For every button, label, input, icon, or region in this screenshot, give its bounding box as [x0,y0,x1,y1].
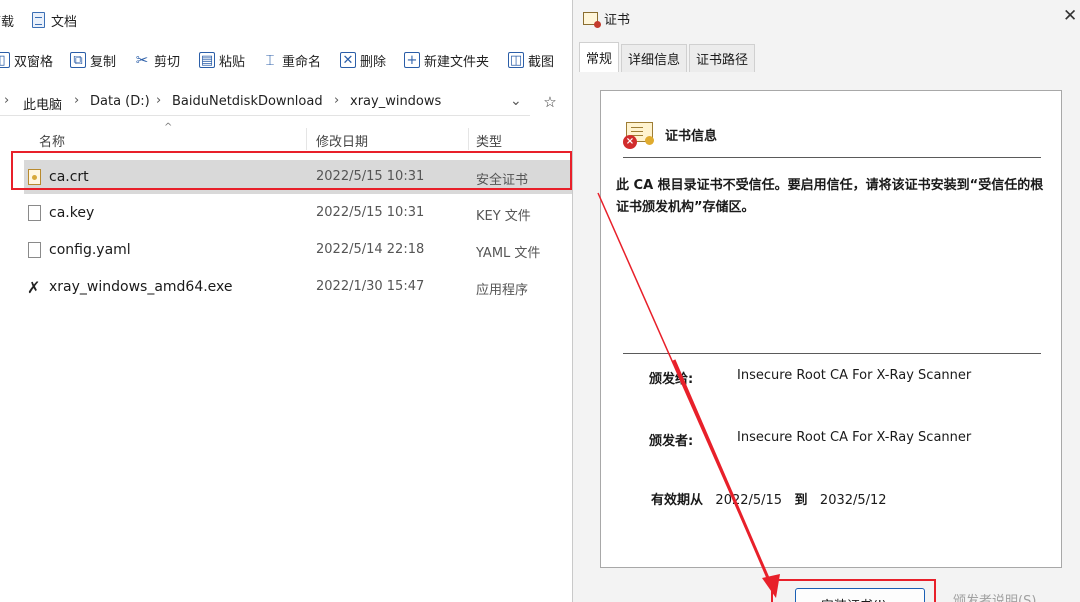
screenshot-label: 截图 [528,54,555,70]
screenshot-button[interactable]: ◫ 截图 [508,49,554,71]
file-icon [28,242,41,258]
new-folder-label: 新建文件夹 [424,54,490,70]
delete-icon: ✕ [340,52,356,68]
issued-by-label: 颁发者: [649,434,694,449]
certificate-icon [583,11,601,28]
screenshot-icon: ◫ [508,52,524,68]
dual-pane-icon: ▯ [0,52,10,68]
tab-documents[interactable]: 文档 [32,10,77,30]
tab-details[interactable]: 详细信息 [621,44,688,72]
issuer-statement-button[interactable]: 颁发者说明(S) [953,590,1036,602]
validity-label: 有效期从 [651,493,704,508]
column-name[interactable]: 名称 [39,131,65,150]
explorer-toolbar: ▯ 双窗格 ⧉ 复制 ✂ 剪切 ▤ 粘贴 ⌶ 重命名 ✕ 删除 + 新建文件夹 … [0,44,572,76]
validity-to-label: 到 [794,493,808,508]
dialog-title: 证书 [604,12,631,28]
dialog-title-bar: 证书 [583,8,630,28]
file-type: 安全证书 [476,173,529,188]
scissors-icon: ✂ [135,50,149,69]
tab-downloads-label: 下载 [0,14,15,30]
general-panel: × 证书信息 此 CA 根目录证书不受信任。要启用信任，请将该证书安装到“受信任… [600,90,1062,568]
new-folder-button[interactable]: + 新建文件夹 [404,49,489,71]
new-folder-icon: + [404,52,420,68]
file-explorer-window: 下载 文档 ▯ 双窗格 ⧉ 复制 ✂ 剪切 ▤ 粘贴 ⌶ 重命名 ✕ 删除 [0,0,572,602]
column-type[interactable]: 类型 [476,131,502,150]
delete-button[interactable]: ✕ 删除 [340,49,386,71]
file-row-config-yaml[interactable]: config.yaml 2022/5/14 22:18 YAML 文件 [24,233,572,267]
rename-button[interactable]: ⌶ 重命名 [262,49,321,71]
breadcrumb-drive[interactable]: Data (D:) [90,94,150,109]
issued-to-label: 颁发给: [649,372,694,387]
delete-label: 删除 [360,54,387,70]
file-name: ca.crt [49,169,89,185]
file-name: ca.key [49,205,95,221]
untrusted-certificate-icon: × [623,119,655,149]
cut-label: 剪切 [154,54,181,70]
certificate-info-title: 证书信息 [665,128,718,144]
column-divider[interactable] [468,128,469,150]
file-row-ca-crt[interactable]: ca.crt 2022/5/15 10:31 安全证书 [24,160,572,194]
tab-downloads[interactable]: 下载 [0,10,14,30]
paste-icon: ▤ [199,52,215,68]
document-icon [32,12,45,28]
paste-button[interactable]: ▤ 粘贴 [199,49,245,71]
file-type: KEY 文件 [476,209,531,224]
file-modified: 2022/5/14 22:18 [316,242,425,257]
paste-label: 粘贴 [219,54,246,70]
copy-button[interactable]: ⧉ 复制 [70,49,116,71]
validity-period: 有效期从 2022/5/15 到 2032/5/12 [651,489,887,508]
certificate-info-header: × 证书信息 [623,119,717,149]
breadcrumb-folder-xray[interactable]: xray_windows [350,94,441,109]
sort-caret-icon: ^ [164,122,173,133]
install-certificate-button[interactable]: 安装证书(I)... [795,588,925,602]
file-row-xray-exe[interactable]: ✗ xray_windows_amd64.exe 2022/1/30 15:47… [24,270,572,304]
breadcrumb-this-pc[interactable]: 此电脑 [23,94,62,113]
copy-icon: ⧉ [70,52,86,68]
trust-warning-text: 此 CA 根目录证书不受信任。要启用信任，请将该证书安装到“受信任的根证书颁发机… [616,178,1044,215]
file-name: xray_windows_amd64.exe [49,279,233,295]
issued-to-value: Insecure Root CA For X-Ray Scanner [737,368,972,383]
rename-label: 重命名 [282,54,322,70]
star-icon[interactable]: ☆ [538,90,562,114]
chevron-down-icon[interactable]: ⌄ [510,93,522,109]
rename-icon: ⌶ [265,50,275,69]
file-modified: 2022/5/15 10:31 [316,205,425,220]
chevron-right-icon: › [74,93,80,108]
issued-by-value: Insecure Root CA For X-Ray Scanner [737,430,972,445]
dual-pane-label: 双窗格 [14,54,54,70]
address-bar[interactable]: › 此电脑 › Data (D:) › BaiduNetdiskDownload… [0,90,572,116]
dual-pane-button[interactable]: ▯ 双窗格 [0,49,53,71]
tab-documents-label: 文档 [51,14,78,30]
file-row-ca-key[interactable]: ca.key 2022/5/15 10:31 KEY 文件 [24,196,572,230]
copy-label: 复制 [90,54,117,70]
valid-from-value: 2022/5/15 [715,493,783,508]
column-divider[interactable] [306,128,307,150]
column-modified[interactable]: 修改日期 [316,131,368,150]
column-header: ^ 名称 修改日期 类型 [0,122,572,152]
chevron-right-icon: › [156,93,162,108]
breadcrumb-folder-download[interactable]: BaiduNetdiskDownload [172,94,323,109]
tab-general[interactable]: 常规 [579,42,620,72]
executable-icon: ✗ [27,278,41,297]
file-name: config.yaml [49,242,131,258]
cut-button[interactable]: ✂ 剪切 [134,49,180,71]
file-modified: 2022/5/15 10:31 [316,169,425,184]
file-icon [28,205,41,221]
certificate-file-icon [28,169,41,185]
explorer-tab-bar: 下载 文档 [0,0,572,38]
close-icon[interactable]: ✕ [1063,6,1077,26]
chevron-right-icon: › [334,93,340,108]
certificate-dialog: 证书 ✕ 常规 详细信息 证书路径 × 证书信息 此 CA 根目录证书不受信任。… [572,0,1080,602]
tab-certification-path[interactable]: 证书路径 [689,44,756,72]
dialog-tabs: 常规 详细信息 证书路径 [579,42,757,72]
divider [623,353,1041,354]
file-type: YAML 文件 [476,246,541,261]
file-type: 应用程序 [476,283,529,298]
chevron-right-icon: › [4,93,10,108]
valid-to-value: 2032/5/12 [819,493,887,508]
file-modified: 2022/1/30 15:47 [316,279,425,294]
divider [623,157,1041,158]
